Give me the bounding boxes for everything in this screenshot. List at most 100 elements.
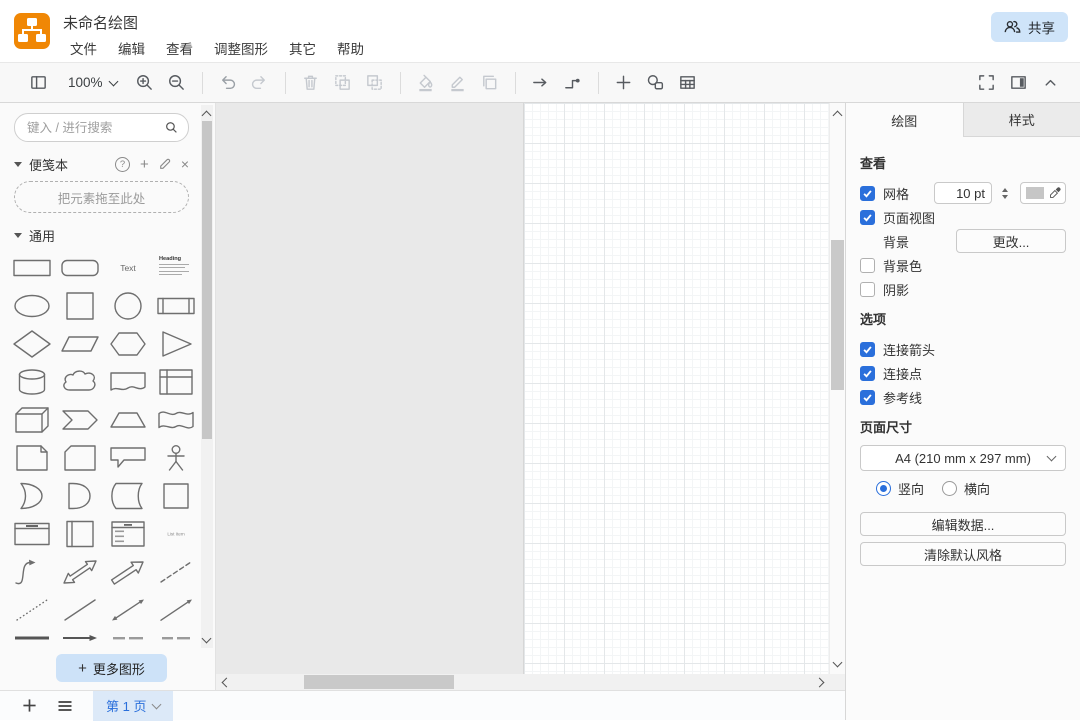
landscape-option[interactable]: 横向 [942,479,990,498]
scratchpad-dropzone[interactable]: 把元素拖至此处 [14,181,189,213]
step-down-icon[interactable] [1002,195,1008,199]
shape-picker-icon[interactable] [641,68,671,98]
cube-shape[interactable] [8,401,56,439]
insert-plus-icon[interactable] [609,68,639,98]
curve-shape[interactable] [8,553,56,591]
arrow-shape[interactable] [104,553,152,591]
internal-storage-shape[interactable] [152,363,200,401]
scroll-left-icon[interactable] [222,678,232,688]
insert-table-icon[interactable] [673,68,703,98]
label-2-shape[interactable] [152,629,200,641]
add-page-button[interactable] [22,698,37,713]
menu-edit[interactable]: 编辑 [118,38,145,58]
pages-menu-button[interactable] [57,698,73,714]
sidebar-scrollbar[interactable] [201,105,213,648]
circle-shape[interactable] [104,287,152,325]
list-shape[interactable] [104,515,152,553]
menu-view[interactable]: 查看 [166,38,193,58]
drawing-page[interactable] [523,103,845,674]
landscape-radio[interactable] [942,481,957,496]
change-background-button[interactable]: 更改... [956,229,1066,253]
clear-default-style-button[interactable]: 清除默认风格 [860,542,1066,566]
text-shape[interactable]: Text [104,249,152,287]
shape-search[interactable] [14,113,189,142]
paper-size-select[interactable]: A4 (210 mm x 297 mm) [860,445,1066,471]
page-tab[interactable]: 第 1 页 [93,691,173,721]
link-shape[interactable] [8,629,56,641]
grid-size-input[interactable] [939,185,987,202]
share-button[interactable]: 共享 [991,12,1068,42]
connection-points-checkbox[interactable] [860,366,875,381]
and-shape[interactable] [56,477,104,515]
canvas-vertical-scrollbar[interactable] [829,103,845,674]
label-1-shape[interactable] [104,629,152,641]
page-view-checkbox[interactable] [860,210,875,225]
list-item-shape[interactable]: List Item [152,515,200,553]
collapse-icon[interactable] [1035,68,1065,98]
drawing-canvas[interactable] [216,103,845,690]
scratchpad-help-icon[interactable]: ? [115,157,130,172]
scratchpad-edit-icon[interactable] [159,158,171,170]
link-arrow-shape[interactable] [56,629,104,641]
actor-shape[interactable] [152,439,200,477]
tab-diagram[interactable]: 绘图 [846,103,963,137]
fullscreen-icon[interactable] [971,68,1001,98]
bidirectional-arrow-shape[interactable] [56,553,104,591]
canvas-vscroll-thumb[interactable] [831,240,844,390]
ellipse-shape[interactable] [8,287,56,325]
scratchpad-header[interactable]: 便笺本 ? + × [14,154,189,174]
container-shape[interactable] [8,515,56,553]
cylinder-shape[interactable] [8,363,56,401]
canvas-hscroll-thumb[interactable] [304,675,454,689]
scroll-down-icon[interactable] [202,634,212,644]
rounded-rectangle-shape[interactable] [56,249,104,287]
menu-help[interactable]: 帮助 [337,38,364,58]
menu-file[interactable]: 文件 [70,38,97,58]
sidebar-scrollbar-thumb[interactable] [202,121,212,439]
diamond-shape[interactable] [8,325,56,363]
card-shape[interactable] [56,439,104,477]
guides-checkbox[interactable] [860,390,875,405]
process-shape[interactable] [152,287,200,325]
connection-arrows-checkbox[interactable] [860,342,875,357]
bidirectional-connector-shape[interactable] [104,591,152,629]
step-up-icon[interactable] [1002,188,1008,192]
waypoints-icon[interactable] [558,68,588,98]
menu-arrange[interactable]: 调整图形 [214,38,268,58]
line-shape[interactable] [56,591,104,629]
scratchpad-add-icon[interactable]: + [140,158,149,171]
portrait-option[interactable]: 竖向 [876,479,924,498]
container-square-shape[interactable] [152,477,200,515]
square-shape[interactable] [56,287,104,325]
document-shape[interactable] [104,363,152,401]
step-shape[interactable] [56,401,104,439]
menu-extras[interactable]: 其它 [289,38,316,58]
rectangle-shape[interactable] [8,249,56,287]
portrait-radio[interactable] [876,481,891,496]
grid-checkbox[interactable] [860,186,875,201]
directional-connector-shape[interactable] [152,591,200,629]
trapezoid-shape[interactable] [104,401,152,439]
scratchpad-close-icon[interactable]: × [181,158,189,171]
more-shapes-button[interactable]: + 更多图形 [56,654,167,682]
parallelogram-shape[interactable] [56,325,104,363]
scroll-right-icon[interactable] [815,678,825,688]
grid-size-stepper[interactable] [1002,188,1008,199]
note-shape[interactable] [8,439,56,477]
vertical-container-shape[interactable] [56,515,104,553]
connection-arrow-icon[interactable] [526,68,556,98]
shape-search-input[interactable] [25,120,159,136]
callout-shape[interactable] [104,439,152,477]
general-section-header[interactable]: 通用 [14,225,189,245]
dotted-line-shape[interactable] [8,591,56,629]
undo-icon[interactable] [213,68,243,98]
zoom-in-icon[interactable] [130,68,160,98]
tab-style[interactable]: 样式 [963,103,1080,137]
textbox-shape[interactable]: Heading [152,249,200,287]
hexagon-shape[interactable] [104,325,152,363]
triangle-shape[interactable] [152,325,200,363]
edit-data-button[interactable]: 编辑数据... [860,512,1066,536]
grid-color-button[interactable] [1020,182,1066,204]
tape-shape[interactable] [152,401,200,439]
scroll-down-icon[interactable] [833,658,843,668]
